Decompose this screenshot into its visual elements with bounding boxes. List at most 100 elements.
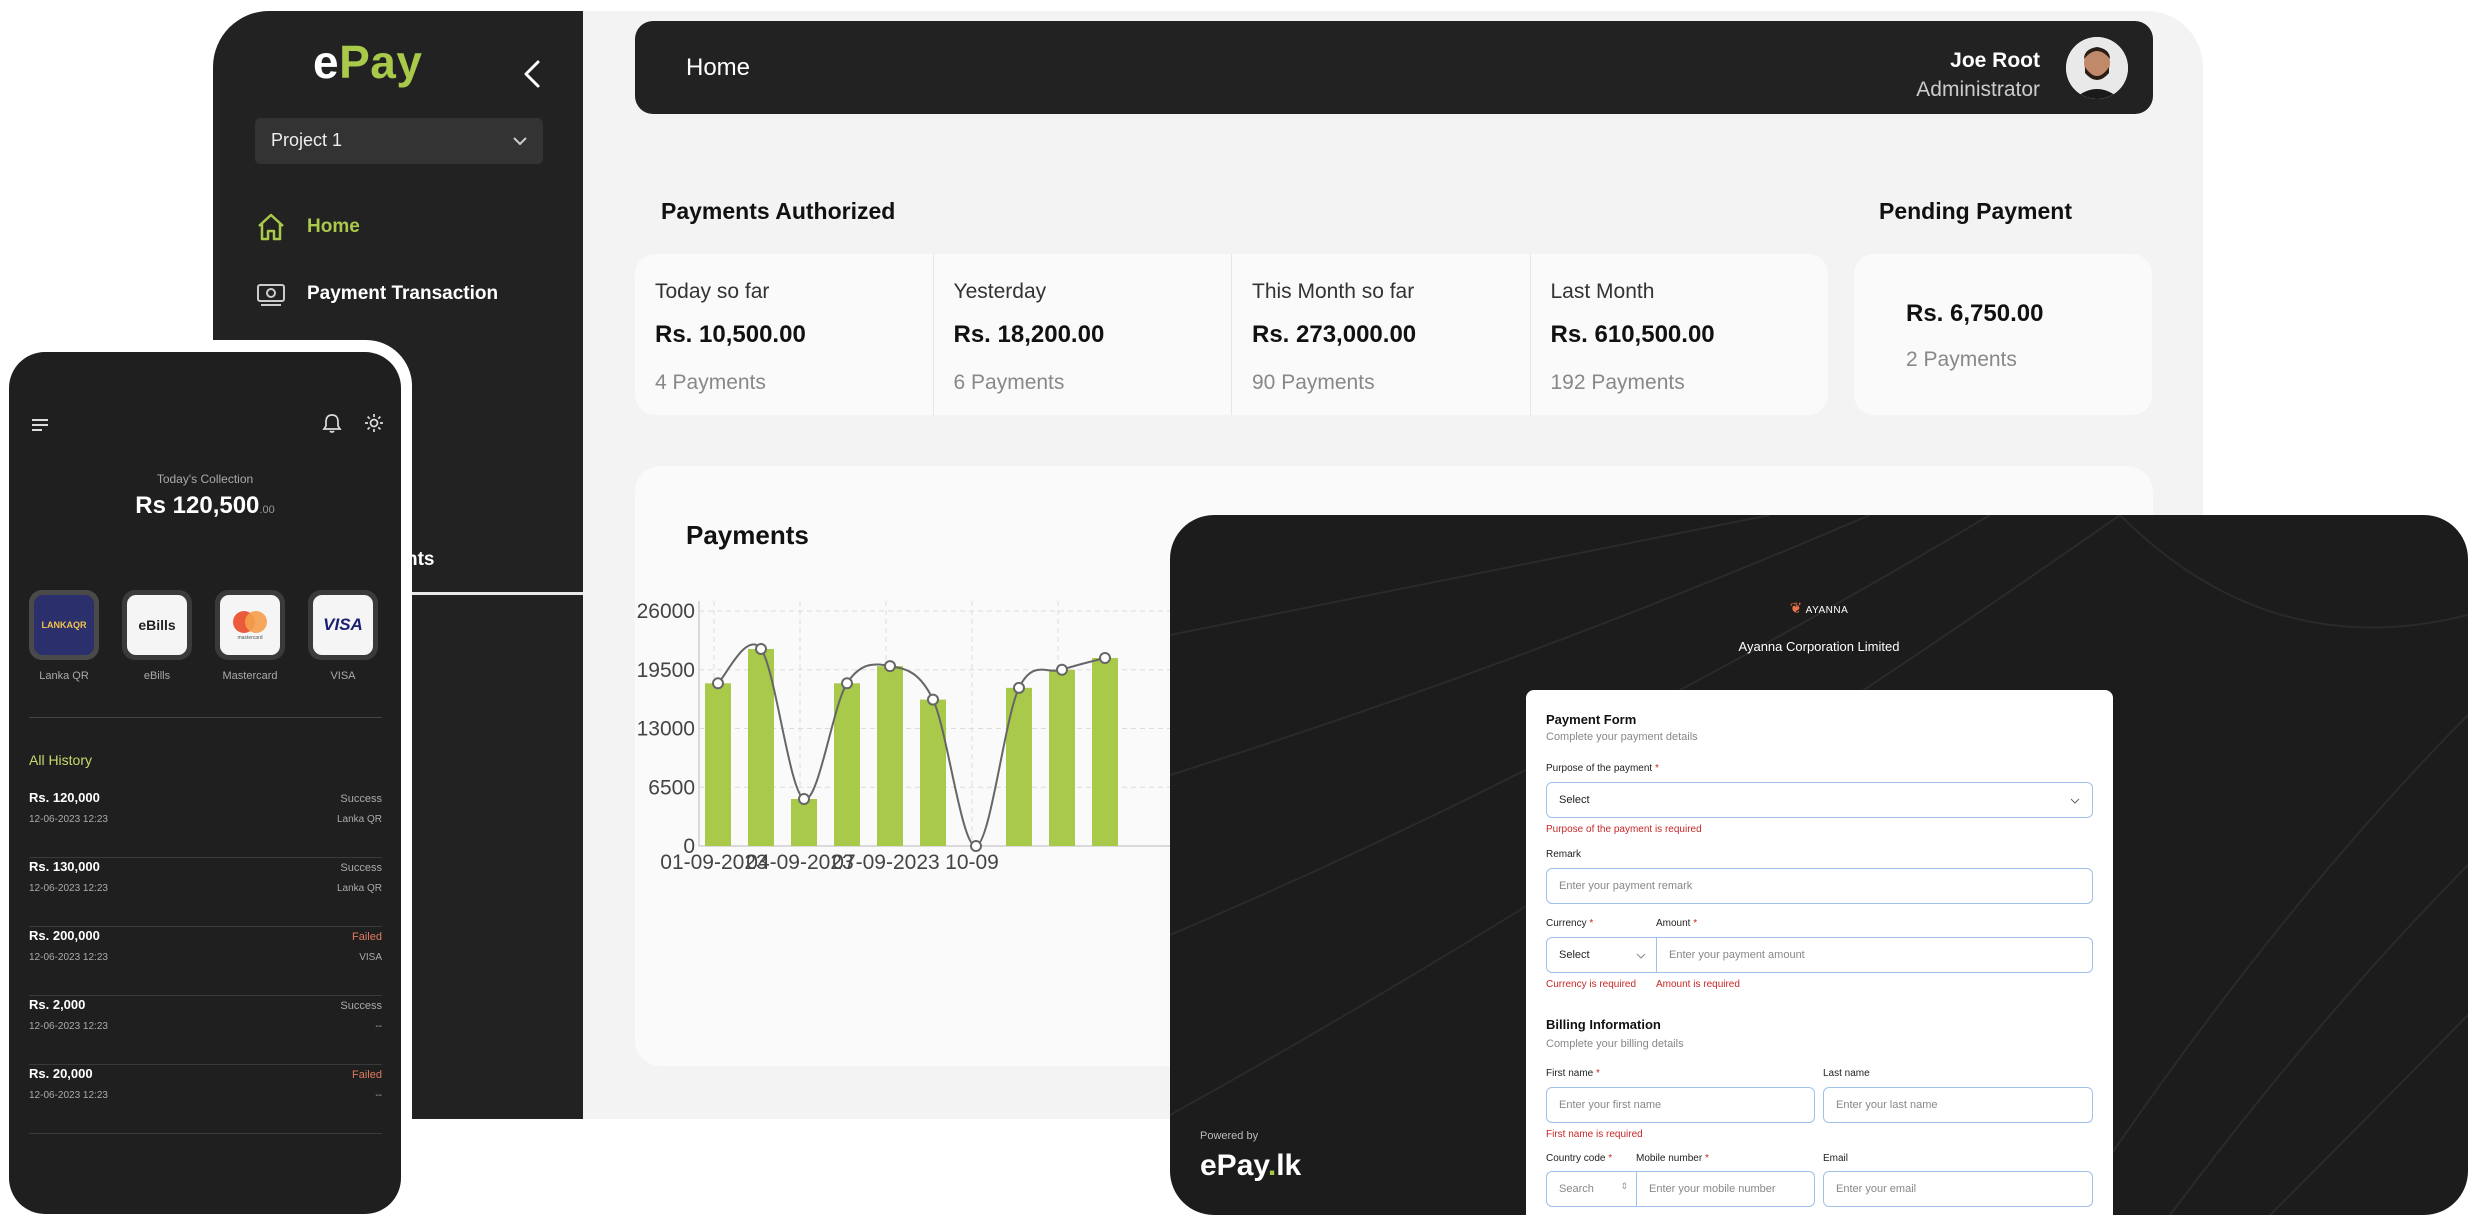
stat-count: 4 Payments xyxy=(655,371,766,394)
lanka-qr-logo: LANKAQR xyxy=(34,595,94,655)
line-point xyxy=(1056,663,1068,676)
history-amount: Rs. 2,000 xyxy=(29,997,86,1012)
purpose-select[interactable]: Select xyxy=(1546,782,2093,818)
stage: ePay Project 1 Home Payment Transaction … xyxy=(0,0,2478,1223)
history-row[interactable]: Rs. 120,000 12-06-2023 12:23 Success Lan… xyxy=(29,790,382,858)
stat-count: 192 Payments xyxy=(1550,371,1685,394)
history-date: 12-06-2023 12:23 xyxy=(29,814,108,825)
bar xyxy=(791,799,817,846)
remark-input[interactable]: Enter your payment remark xyxy=(1546,868,2093,904)
ebills-logo: eBills xyxy=(127,595,187,655)
stat-amount: Rs. 610,500.00 xyxy=(1550,321,1715,348)
form-title: Payment Form xyxy=(1546,712,1637,727)
project-select-value: Project 1 xyxy=(271,130,343,150)
last-name-label: Last name xyxy=(1823,1068,1870,1079)
avatar-image xyxy=(2066,37,2128,99)
remark-label: Remark xyxy=(1546,849,1582,860)
sidebar-item-home[interactable]: Home xyxy=(255,206,360,248)
history-amount: Rs. 20,000 xyxy=(29,1066,93,1081)
first-name-input[interactable]: Enter your first name xyxy=(1546,1087,1815,1123)
stat-amount: Rs. 10,500.00 xyxy=(655,321,806,348)
chevron-down-icon xyxy=(2070,798,2080,804)
email-input[interactable]: Enter your email xyxy=(1823,1171,2093,1207)
payment-form-page: ❦ AYANNA Ayanna Corporation Limited Paym… xyxy=(1170,515,2468,1215)
pending-payment-title: Pending Payment xyxy=(1879,198,2072,224)
history-method: -- xyxy=(375,1090,382,1101)
method-lanka-qr[interactable]: LANKAQR Lanka QR xyxy=(29,590,99,682)
line-point xyxy=(1099,652,1111,664)
bar xyxy=(1049,669,1075,846)
chart-title: Payments xyxy=(686,520,809,550)
stat-count: 90 Payments xyxy=(1252,371,1375,394)
gear-icon[interactable] xyxy=(363,412,385,434)
stat-last-month: Last Month Rs. 610,500.00 192 Payments xyxy=(1531,254,1829,415)
menu-icon[interactable] xyxy=(29,414,51,436)
form-subtitle: Complete your payment details xyxy=(1546,731,1698,743)
bar xyxy=(748,648,774,846)
line-point xyxy=(798,793,810,805)
stat-label: This Month so far xyxy=(1252,280,1415,303)
stat-yesterday: Yesterday Rs. 18,200.00 6 Payments xyxy=(934,254,1232,415)
purpose-label: Purpose of the payment * xyxy=(1546,763,1659,774)
method-label: eBills xyxy=(143,670,171,682)
sidebar-item-payment-transaction[interactable]: Payment Transaction xyxy=(255,273,498,315)
cash-icon xyxy=(257,284,285,306)
amount-input[interactable]: Enter your payment amount xyxy=(1656,937,2093,973)
billing-subtitle: Complete your billing details xyxy=(1546,1038,1684,1050)
stat-today: Today so far Rs. 10,500.00 4 Payments xyxy=(635,254,934,415)
last-name-input[interactable]: Enter your last name xyxy=(1823,1087,2093,1123)
bar xyxy=(1092,658,1118,846)
stat-label: Last Month xyxy=(1550,280,1655,303)
divider xyxy=(29,717,382,718)
ayanna-logo-text: AYANNA xyxy=(1805,605,1849,616)
history-status: Success xyxy=(340,1000,382,1012)
currency-select[interactable]: Select xyxy=(1546,937,1657,973)
ayanna-logo-icon: ❦ xyxy=(1789,600,1803,617)
line-point xyxy=(712,677,724,690)
bell-icon[interactable] xyxy=(321,412,343,434)
stat-amount: Rs. 273,000.00 xyxy=(1252,321,1417,348)
line-point xyxy=(841,677,853,690)
stat-amount: Rs. 18,200.00 xyxy=(953,321,1105,348)
chevron-left-icon[interactable] xyxy=(521,59,543,89)
history-amount: Rs. 200,000 xyxy=(29,928,100,943)
bar xyxy=(920,699,946,846)
method-ebills[interactable]: eBills eBills xyxy=(122,590,192,682)
country-code-select[interactable]: Search ⇕ xyxy=(1546,1171,1637,1207)
epay-logo: ePay xyxy=(313,36,423,88)
stat-this-month: This Month so far Rs. 273,000.00 90 Paym… xyxy=(1232,254,1531,415)
first-name-label: First name * xyxy=(1546,1068,1600,1079)
home-icon xyxy=(258,213,284,241)
line-point xyxy=(755,642,767,655)
mobile-input[interactable]: Enter your mobile number xyxy=(1636,1171,1815,1207)
method-mastercard[interactable]: mastercard Mastercard xyxy=(215,590,285,682)
history-date: 12-06-2023 12:23 xyxy=(29,883,108,894)
user-role: Administrator xyxy=(1916,78,2040,101)
chevron-down-icon xyxy=(1636,953,1646,959)
history-date: 12-06-2023 12:23 xyxy=(29,1021,108,1032)
amount-error: Amount is required xyxy=(1656,979,1740,990)
history-method: Lanka QR xyxy=(336,814,382,825)
currency-select-value: Select xyxy=(1559,949,1590,961)
email-label: Email xyxy=(1823,1153,1849,1164)
history-row[interactable]: Rs. 2,000 12-06-2023 12:23 Success -- xyxy=(29,997,382,1065)
bar xyxy=(1006,687,1032,846)
mobile-app: Today's Collection Rs 120,500.00 LANKAQR… xyxy=(9,352,401,1214)
method-visa[interactable]: VISA VISA xyxy=(308,590,378,682)
history-row[interactable]: Rs. 200,000 12-06-2023 12:23 Failed VISA xyxy=(29,928,382,996)
powered-by-label: Powered by xyxy=(1200,1130,1259,1142)
history-status: Success xyxy=(340,862,382,874)
currency-label: Currency * xyxy=(1546,918,1594,929)
project-select[interactable]: Project 1 xyxy=(255,118,543,164)
history-date: 12-06-2023 12:23 xyxy=(29,952,108,963)
pending-count: 2 Payments xyxy=(1906,348,2017,371)
history-status: Success xyxy=(340,793,382,805)
history-row[interactable]: Rs. 130,000 12-06-2023 12:23 Success Lan… xyxy=(29,859,382,927)
avatar[interactable] xyxy=(2066,37,2128,99)
history-row[interactable]: Rs. 20,000 12-06-2023 12:23 Failed -- xyxy=(29,1066,382,1134)
series-line xyxy=(717,643,1106,847)
bar xyxy=(877,666,903,846)
page-title: Home xyxy=(686,54,751,81)
payment-form-card: Payment Form Complete your payment detai… xyxy=(1526,690,2113,1215)
purpose-select-value: Select xyxy=(1559,794,1590,806)
